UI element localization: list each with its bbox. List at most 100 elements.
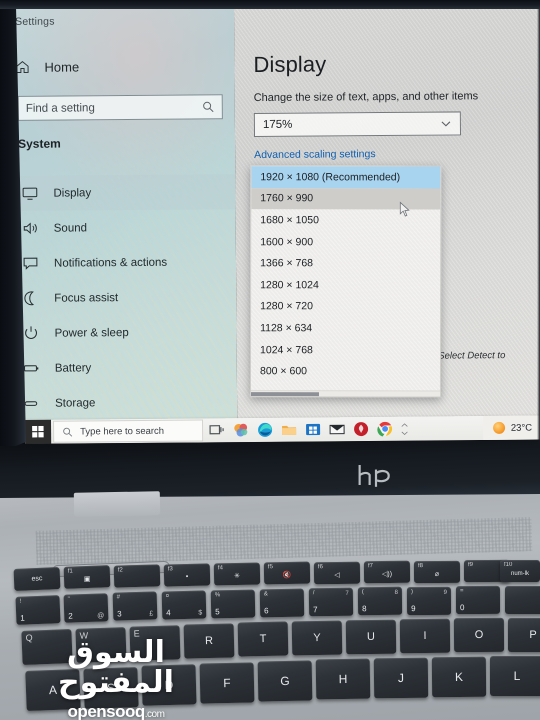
key-p[interactable]: P	[508, 618, 540, 652]
resolution-option[interactable]: 1760 × 990	[251, 187, 441, 210]
key-3-sup: #	[116, 594, 121, 601]
key-3[interactable]: #3 £	[112, 591, 158, 621]
scale-dropdown[interactable]: 175%	[253, 111, 462, 138]
resolution-option[interactable]: 1128 × 634	[251, 317, 440, 339]
key-t[interactable]: T	[237, 621, 289, 657]
key-9[interactable]: ) 9 9	[406, 586, 452, 616]
sidebar-item-power-sleep[interactable]: Power & sleep	[8, 314, 236, 351]
task-view-icon[interactable]	[209, 422, 225, 438]
windows-start-icon	[32, 425, 44, 438]
advanced-scaling-settings-link[interactable]: Advanced scaling settings	[254, 148, 375, 161]
resolution-dropdown-list[interactable]: 1920 × 1080 (Recommended) 1760 × 990 168…	[249, 165, 442, 398]
sidebar-item-display-label: Display	[53, 186, 92, 200]
taskbar-weather-widget[interactable]: 23°C	[482, 415, 540, 441]
key-f7[interactable]: f7 ◁))	[363, 560, 411, 584]
resolution-option[interactable]: 1280 × 720	[251, 296, 440, 318]
key-9-label: 9	[411, 604, 416, 614]
sidebar-item-display[interactable]: Display	[7, 174, 236, 211]
key-8[interactable]: (8 8	[357, 586, 403, 616]
resolution-option[interactable]: 1680 × 1050	[251, 209, 440, 231]
resolution-option[interactable]: 1024 × 768	[251, 339, 440, 361]
sidebar-item-home[interactable]: Home	[14, 58, 79, 75]
key-8-label: 8	[362, 604, 367, 614]
search-icon	[63, 427, 73, 437]
watermark-brand-tld: .com	[144, 709, 165, 720]
key-j[interactable]: J	[373, 657, 429, 699]
key-7[interactable]: / 7 7	[308, 587, 354, 617]
key-f1[interactable]: f1 ▣	[63, 565, 111, 589]
key-0[interactable]: = 0	[455, 585, 501, 615]
key-1[interactable]: ! 1	[15, 595, 61, 625]
key-f8[interactable]: f8 ⌀	[413, 560, 461, 584]
key-9-alt: 9	[443, 589, 447, 596]
chevron-up-down-icon[interactable]	[399, 419, 409, 439]
key-num-lock[interactable]: f10 num-lk	[500, 560, 540, 582]
key-g[interactable]: G	[257, 660, 313, 702]
key-k[interactable]: K	[431, 656, 487, 698]
key-f6-label: f6	[317, 564, 323, 571]
key-0-label: 0	[460, 603, 465, 613]
hinge-tab	[73, 491, 161, 517]
key-2[interactable]: " 2 @	[63, 593, 109, 623]
notification-icon	[23, 257, 38, 270]
key-3-alt: £	[149, 610, 154, 618]
office-icon[interactable]	[233, 422, 249, 438]
sidebar-item-battery[interactable]: Battery	[9, 349, 237, 386]
key-o[interactable]: O	[453, 617, 505, 653]
key-1-sup: !	[19, 598, 22, 605]
horizontal-scrollbar[interactable]	[250, 390, 442, 397]
key-u[interactable]: U	[345, 619, 397, 655]
page-title: Display	[253, 51, 327, 78]
key-5[interactable]: % 5	[210, 589, 256, 619]
key-2-label: 2	[68, 611, 73, 621]
key-f4[interactable]: f4 ✳	[213, 562, 261, 586]
key-f3[interactable]: f3 •	[163, 563, 211, 587]
chrome-icon[interactable]	[377, 421, 393, 437]
resolution-option[interactable]: 1280 × 1024	[251, 274, 440, 296]
resolution-option[interactable]: 1366 × 768	[251, 253, 440, 275]
taskbar-search-input[interactable]: Type here to search	[53, 419, 204, 443]
key-i[interactable]: I	[399, 618, 451, 654]
settings-sidebar: Settings Home Find a setting System Disp…	[6, 6, 238, 442]
key-l[interactable]: L	[490, 656, 540, 696]
key-6[interactable]: & 6	[259, 588, 305, 618]
resolution-option[interactable]: 1920 × 1080 (Recommended)	[251, 166, 441, 189]
key-y[interactable]: Y	[291, 620, 343, 656]
key-4[interactable]: ¤ 4 $	[161, 590, 207, 620]
sidebar-item-notifications[interactable]: Notifications & actions	[8, 244, 236, 281]
key-esc[interactable]: esc	[13, 567, 61, 591]
key-6-sup: &	[263, 591, 268, 598]
key-f6[interactable]: f6 ◁	[313, 561, 361, 585]
resolution-option[interactable]: 1600 × 900	[251, 231, 440, 253]
storage-icon	[24, 401, 38, 406]
key-f9-label: f9	[467, 562, 474, 569]
key-minus[interactable]	[505, 586, 540, 614]
search-input[interactable]: Find a setting	[17, 94, 223, 121]
resolution-option[interactable]: 800 × 600	[251, 361, 440, 383]
key-f5[interactable]: f5 🔇	[263, 561, 311, 585]
edge-icon[interactable]	[257, 422, 273, 438]
key-o-label: O	[474, 628, 484, 642]
key-f8-label: f8	[417, 563, 423, 570]
key-i-label: I	[423, 629, 427, 643]
file-explorer-icon[interactable]	[281, 422, 297, 438]
sidebar-item-storage[interactable]: Storage	[9, 384, 237, 421]
chevron-down-icon	[441, 121, 451, 127]
sidebar-item-focus-assist-label: Focus assist	[54, 291, 119, 305]
key-9-sup: )	[410, 589, 413, 596]
screen-bottom-bezel	[0, 440, 540, 498]
microsoft-store-icon[interactable]	[305, 421, 321, 437]
key-h[interactable]: H	[315, 658, 371, 700]
sidebar-nav-list: Display Sound Notifications & actions Fo…	[7, 174, 237, 442]
key-f2[interactable]: f2	[113, 564, 161, 588]
power-icon	[25, 326, 37, 339]
start-button[interactable]	[25, 419, 52, 444]
sidebar-item-battery-label: Battery	[54, 361, 92, 375]
sidebar-item-focus-assist[interactable]: Focus assist	[8, 279, 236, 316]
mail-icon[interactable]	[329, 421, 345, 437]
scrollbar-thumb[interactable]	[250, 392, 319, 397]
red-app-icon[interactable]	[353, 421, 369, 437]
key-u-label: U	[366, 630, 376, 644]
sidebar-item-sound[interactable]: Sound	[8, 209, 236, 246]
key-6-label: 6	[264, 606, 269, 616]
